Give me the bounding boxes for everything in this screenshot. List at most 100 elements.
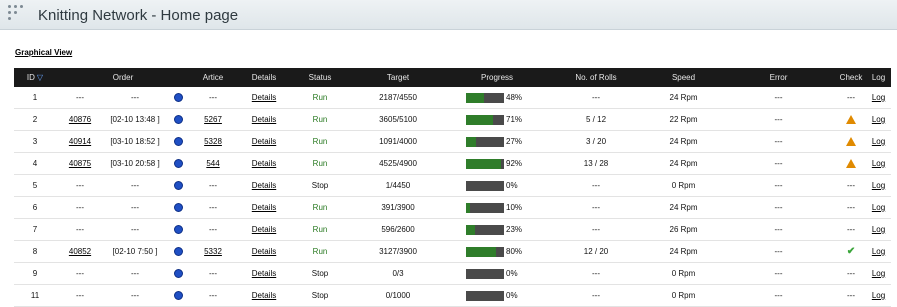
info-icon[interactable]: [173, 269, 183, 279]
details-link[interactable]: Details: [252, 269, 276, 278]
log-link[interactable]: Log: [872, 137, 885, 146]
table-header-row: ID ▽ Order Artice Details Status Target P…: [14, 68, 892, 87]
col-error-header: Error: [721, 68, 837, 87]
progress-bar-fill: [466, 158, 501, 169]
table-row: 11 --- --- --- Details Stop 0/1000 0% --- 0 Rpm --…: [14, 284, 892, 307]
progress-percent: 48%: [506, 93, 523, 102]
order-number-link[interactable]: 40876: [69, 115, 91, 124]
warning-icon[interactable]: [846, 159, 857, 169]
log-link[interactable]: Log: [872, 181, 885, 190]
info-icon[interactable]: [173, 159, 183, 169]
article-number-link[interactable]: 5328: [204, 137, 222, 146]
machine-id: 11: [14, 284, 56, 307]
progress-cell: 71%: [448, 108, 547, 131]
machine-id: 1: [14, 87, 56, 109]
progress-percent: 0%: [506, 181, 518, 190]
table-row: 8 40852 [02-10 7:50 ] 5332 Details Run 3127/39…: [14, 240, 892, 263]
rolls-value: ---: [546, 87, 647, 109]
rolls-value: ---: [546, 262, 647, 285]
status-text: Run: [292, 87, 349, 109]
order-number-link[interactable]: 40914: [69, 137, 91, 146]
info-icon[interactable]: [173, 137, 183, 147]
details-link[interactable]: Details: [252, 203, 276, 212]
info-icon[interactable]: [173, 93, 183, 103]
status-text: Run: [292, 152, 349, 175]
order-date: ---: [104, 87, 166, 109]
progress-bar-fill: [466, 246, 497, 257]
details-link[interactable]: Details: [252, 93, 276, 102]
check-cell: ---: [836, 284, 867, 307]
log-link[interactable]: Log: [872, 269, 885, 278]
order-number: ---: [76, 269, 84, 278]
progress-cell: 92%: [448, 152, 547, 175]
article-number-link[interactable]: 544: [206, 159, 219, 168]
error-value: ---: [721, 262, 837, 285]
progress-bar-fill: [466, 202, 470, 213]
info-icon[interactable]: [173, 115, 183, 125]
col-details-header: Details: [236, 68, 293, 87]
graphical-view-link[interactable]: Graphical View: [15, 48, 72, 57]
col-speed-header: Speed: [646, 68, 722, 87]
table-row: 9 --- --- --- Details Stop 0/3 0% --- 0 Rpm --- ---…: [14, 262, 892, 285]
rolls-value: 3 / 20: [546, 130, 647, 153]
warning-icon[interactable]: [846, 137, 857, 147]
status-text: Run: [292, 196, 349, 219]
article-number-link[interactable]: 5332: [204, 247, 222, 256]
details-link[interactable]: Details: [252, 291, 276, 300]
log-link[interactable]: Log: [872, 225, 885, 234]
speed-value: 24 Rpm: [646, 196, 722, 219]
info-icon[interactable]: [173, 225, 183, 235]
info-icon[interactable]: [173, 291, 183, 301]
sort-down-icon[interactable]: ▽: [37, 73, 43, 82]
machine-id: 7: [14, 218, 56, 241]
article-number-link[interactable]: 5267: [204, 115, 222, 124]
col-progress-header: Progress: [448, 68, 547, 87]
details-link[interactable]: Details: [252, 115, 276, 124]
error-value: ---: [721, 152, 837, 175]
progress-cell: 0%: [448, 174, 547, 197]
order-number: ---: [76, 291, 84, 300]
progress-percent: 0%: [506, 269, 518, 278]
progress-cell: 27%: [448, 130, 547, 153]
progress-bar: [466, 158, 505, 169]
progress-bar-fill: [466, 136, 477, 147]
details-link[interactable]: Details: [252, 247, 276, 256]
article-number: ---: [209, 203, 218, 212]
order-date: ---: [104, 196, 166, 219]
details-link[interactable]: Details: [252, 181, 276, 190]
order-number-link[interactable]: 40875: [69, 159, 91, 168]
speed-value: 24 Rpm: [646, 152, 722, 175]
article-number: ---: [209, 93, 218, 102]
speed-value: 22 Rpm: [646, 108, 722, 131]
target-value: 1091/4000: [348, 130, 449, 153]
log-link[interactable]: Log: [872, 159, 885, 168]
table-row: 1 --- --- --- Details Run 2187/4550 48% --- 24 Rp…: [14, 87, 892, 109]
details-link[interactable]: Details: [252, 159, 276, 168]
details-link[interactable]: Details: [252, 225, 276, 234]
app-title: Knitting Network - Home page: [38, 7, 239, 24]
progress-bar: [466, 202, 505, 213]
col-check-header: Check: [836, 68, 867, 87]
log-link[interactable]: Log: [872, 115, 885, 124]
target-value: 391/3900: [348, 196, 449, 219]
log-link[interactable]: Log: [872, 247, 885, 256]
info-icon[interactable]: [173, 247, 183, 257]
info-icon[interactable]: [173, 181, 183, 191]
order-date: [03-10 18:52 ]: [104, 130, 166, 153]
info-icon[interactable]: [173, 203, 183, 213]
check-cell: ---: [836, 87, 867, 109]
machine-id: 3: [14, 130, 56, 153]
check-cell: ---: [836, 262, 867, 285]
details-link[interactable]: Details: [252, 137, 276, 146]
check-value: ---: [847, 225, 856, 234]
target-value: 3127/3900: [348, 240, 449, 263]
order-date: ---: [104, 284, 166, 307]
order-number-link[interactable]: 40852: [69, 247, 91, 256]
log-link[interactable]: Log: [872, 203, 885, 212]
progress-cell: 0%: [448, 284, 547, 307]
article-number: ---: [209, 225, 218, 234]
col-id-header[interactable]: ID ▽: [14, 68, 56, 87]
log-link[interactable]: Log: [872, 93, 885, 102]
log-link[interactable]: Log: [872, 291, 885, 300]
warning-icon[interactable]: [846, 115, 857, 125]
